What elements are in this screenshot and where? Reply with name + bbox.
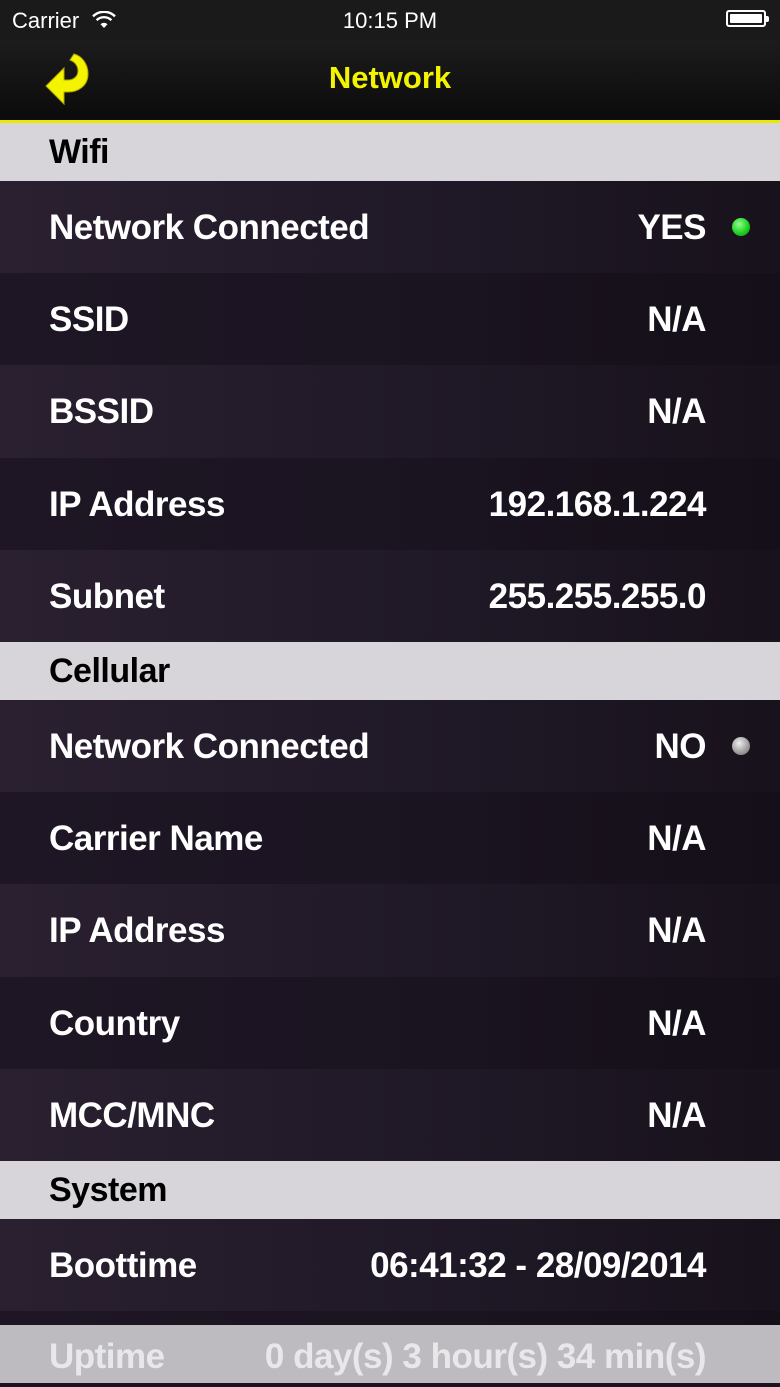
section-title: System [49,1170,167,1209]
row-spacer [0,1311,780,1326]
row-uptime: Uptime 0 day(s) 3 hour(s) 34 min(s) [0,1325,780,1384]
battery-icon [726,10,769,27]
row-label: SSID [49,300,129,340]
row-label: Network Connected [49,208,370,247]
row-label: MCC/MNC [49,1095,215,1135]
row-cellular-ip-address: IP Address N/A [0,884,780,977]
row-label: IP Address [49,484,225,524]
row-wifi-ip-address: IP Address 192.168.1.224 [0,457,780,550]
status-bar: Carrier 10:15 PM [0,0,780,40]
row-ssid: SSID N/A [0,273,780,366]
row-label: Carrier Name [49,819,263,859]
row-value: 0 day(s) 3 hour(s) 34 min(s) [264,1337,707,1377]
row-country: Country N/A [0,976,780,1069]
row-boottime: Boottime 06:41:32 - 28/09/2014 [0,1218,780,1312]
row-value: NO [654,726,707,766]
section-header-wifi: Wifi [0,123,780,181]
section-header-cellular: Cellular [0,641,780,700]
status-indicator-icon [732,736,750,755]
status-time: 10:15 PM [342,8,438,33]
row-label: Subnet [49,576,165,616]
row-value: N/A [647,300,706,340]
status-indicator-icon [732,218,750,236]
row-carrier-name: Carrier Name N/A [0,792,780,885]
row-label: Boottime [49,1245,197,1285]
row-cellular-network-connected: Network Connected NO [0,699,780,793]
row-label: Country [49,1003,180,1043]
row-value: 255.255.255.0 [488,576,707,616]
row-label: Network Connected [49,726,370,766]
row-value: N/A [647,1095,706,1135]
row-label: BSSID [49,392,154,432]
row-bssid: BSSID N/A [0,365,780,458]
row-value: N/A [647,911,706,951]
row-value: 06:41:32 - 28/09/2014 [370,1245,706,1285]
row-value: N/A [647,1003,706,1043]
section-title: Cellular [49,651,170,690]
row-value: 192.168.1.224 [488,484,707,524]
row-wifi-network-connected: Network Connected YES [0,181,780,274]
row-label: IP Address [49,911,225,951]
row-label: Uptime [49,1337,165,1377]
network-info-list: Wifi Network Connected YES SSID N/A BSSI… [0,123,780,1384]
navigation-bar: Network [0,40,780,123]
row-value: N/A [647,819,706,859]
row-mcc-mnc: MCC/MNC N/A [0,1068,780,1161]
row-value: N/A [647,392,706,432]
row-subnet: Subnet 255.255.255.0 [0,549,780,642]
section-header-system: System [0,1160,780,1219]
row-value: YES [637,208,706,247]
section-title: Wifi [49,133,110,171]
page-title: Network [328,60,452,95]
